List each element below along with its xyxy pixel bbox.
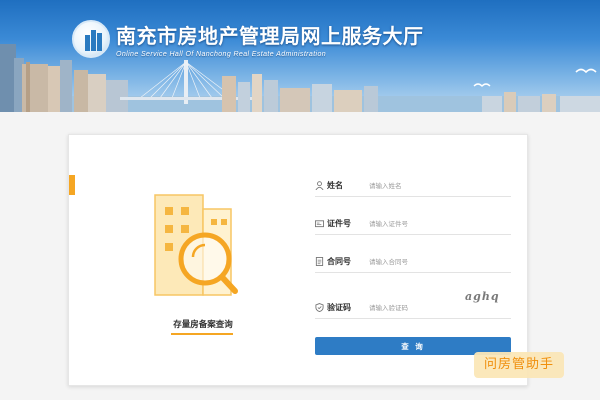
contract-number-field-row: 合同号	[315, 253, 511, 273]
id-number-label: 证件号	[327, 219, 351, 228]
shield-icon	[315, 303, 324, 312]
contract-number-input[interactable]	[369, 254, 509, 270]
contract-number-label: 合同号	[327, 257, 351, 266]
id-card-icon	[315, 220, 324, 228]
query-card: 存量房备案查询 姓名 证件号 合同号	[68, 134, 528, 386]
query-type-caption: 存量房备案查询	[173, 320, 233, 330]
document-icon	[315, 257, 324, 266]
building-search-icon	[154, 194, 238, 296]
site-logo[interactable]	[72, 20, 110, 58]
id-number-field-row: 证件号	[315, 215, 511, 235]
site-subtitle: Online Service Hall Of Nanchong Real Est…	[116, 51, 327, 58]
header-banner: 南充市房地产管理局网上服务大厅 Online Service Hall Of N…	[0, 0, 600, 112]
name-field-row: 姓名	[315, 177, 511, 197]
captcha-image[interactable]: aghq	[465, 290, 500, 303]
id-number-input[interactable]	[369, 216, 509, 232]
building-logo-icon	[85, 30, 102, 51]
site-title: 南充市房地产管理局网上服务大厅	[116, 24, 424, 48]
watermark-badge: 问房管助手	[474, 352, 564, 378]
captcha-label: 验证码	[327, 303, 351, 312]
accent-bar	[69, 175, 75, 195]
person-icon	[315, 181, 324, 190]
name-input[interactable]	[369, 178, 509, 194]
name-label: 姓名	[327, 181, 343, 190]
caption-underline	[171, 333, 233, 335]
